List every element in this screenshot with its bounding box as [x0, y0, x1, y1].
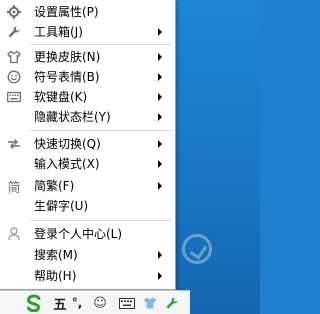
menu-separator — [30, 130, 172, 131]
menu-item-soft-keyboard[interactable]: 软键盘(K) — [0, 87, 175, 107]
menu-item-quick-switch[interactable]: 快速切换(Q) — [0, 134, 175, 154]
menu-item-label: 快速切换(Q) — [34, 137, 101, 151]
menu-item-label: 隐藏状态栏(Y) — [34, 110, 111, 124]
menu-item-simplified-traditional[interactable]: 简 简繁(F) — [0, 176, 175, 196]
menu-item-settings[interactable]: 设置属性(P) — [0, 2, 175, 22]
submenu-arrow-icon — [158, 28, 162, 36]
submenu-arrow-icon — [158, 272, 162, 280]
submenu-arrow-icon — [158, 53, 162, 61]
submenu-arrow-icon — [158, 113, 162, 121]
menu-item-label: 更换皮肤(N) — [34, 50, 101, 64]
watermark-logo-icon — [182, 234, 212, 264]
menu-item-label: 帮助(H) — [34, 269, 77, 283]
submenu-arrow-icon — [158, 251, 162, 259]
skin-icon[interactable] — [142, 294, 158, 312]
submenu-arrow-icon — [158, 93, 162, 101]
menu-item-hide-statusbar[interactable]: 隐藏状态栏(Y) — [0, 107, 175, 127]
menu-item-input-mode[interactable]: 输入模式(X) — [0, 154, 175, 174]
menu-item-label: 登录个人中心(L) — [34, 227, 123, 241]
tools-icon[interactable] — [164, 294, 180, 312]
menu-item-label: 输入模式(X) — [34, 157, 100, 171]
menu-item-label: 软键盘(K) — [34, 90, 88, 104]
menu-item-rare-characters[interactable]: 生僻字(U) — [0, 196, 175, 216]
sogou-logo-icon[interactable] — [24, 294, 44, 312]
menu-item-label: 搜索(M) — [34, 248, 78, 262]
ime-status-bar: 五 °, ☺ — [0, 290, 190, 314]
submenu-arrow-icon — [158, 182, 162, 190]
gear-icon — [6, 4, 22, 20]
simplified-char-icon: 简 — [7, 180, 21, 196]
menu-item-label: 工具箱(J) — [34, 25, 83, 39]
wrench-icon — [6, 24, 22, 40]
menu-item-login[interactable]: 登录个人中心(L) — [0, 224, 175, 244]
watermark — [182, 230, 256, 276]
submenu-arrow-icon — [158, 73, 162, 81]
person-icon — [6, 226, 22, 242]
menu-item-change-skin[interactable]: 更换皮肤(N) — [0, 47, 175, 67]
menu-item-label: 简繁(F) — [34, 179, 75, 193]
menu-item-search[interactable]: 搜索(M) — [0, 245, 175, 265]
menu-item-label: 设置属性(P) — [34, 5, 99, 19]
menu-item-toolbox[interactable]: 工具箱(J) — [0, 22, 175, 42]
emoji-icon[interactable]: ☺ — [92, 294, 108, 312]
menu-item-label: 符号表情(B) — [34, 70, 100, 84]
soft-keyboard-icon[interactable] — [118, 294, 136, 312]
submenu-arrow-icon — [158, 160, 162, 168]
menu-separator — [30, 220, 172, 221]
punctuation-icon[interactable]: °, — [70, 294, 84, 312]
menu-item-symbols-emoji[interactable]: 符号表情(B) — [0, 67, 175, 87]
menu-separator — [30, 44, 172, 45]
keyboard-icon — [6, 89, 22, 105]
smiley-icon — [6, 69, 22, 85]
menu-item-label: 生僻字(U) — [34, 199, 89, 213]
shirt-icon — [6, 49, 22, 65]
menu-item-help[interactable]: 帮助(H) — [0, 266, 175, 286]
swap-arrows-icon — [6, 136, 22, 152]
chinese-mode-indicator[interactable]: 五 — [52, 294, 68, 313]
context-menu: 设置属性(P) 工具箱(J) 更换皮肤(N) 符号表情(B) 软键盘(K) 隐藏… — [0, 0, 176, 290]
submenu-arrow-icon — [158, 140, 162, 148]
